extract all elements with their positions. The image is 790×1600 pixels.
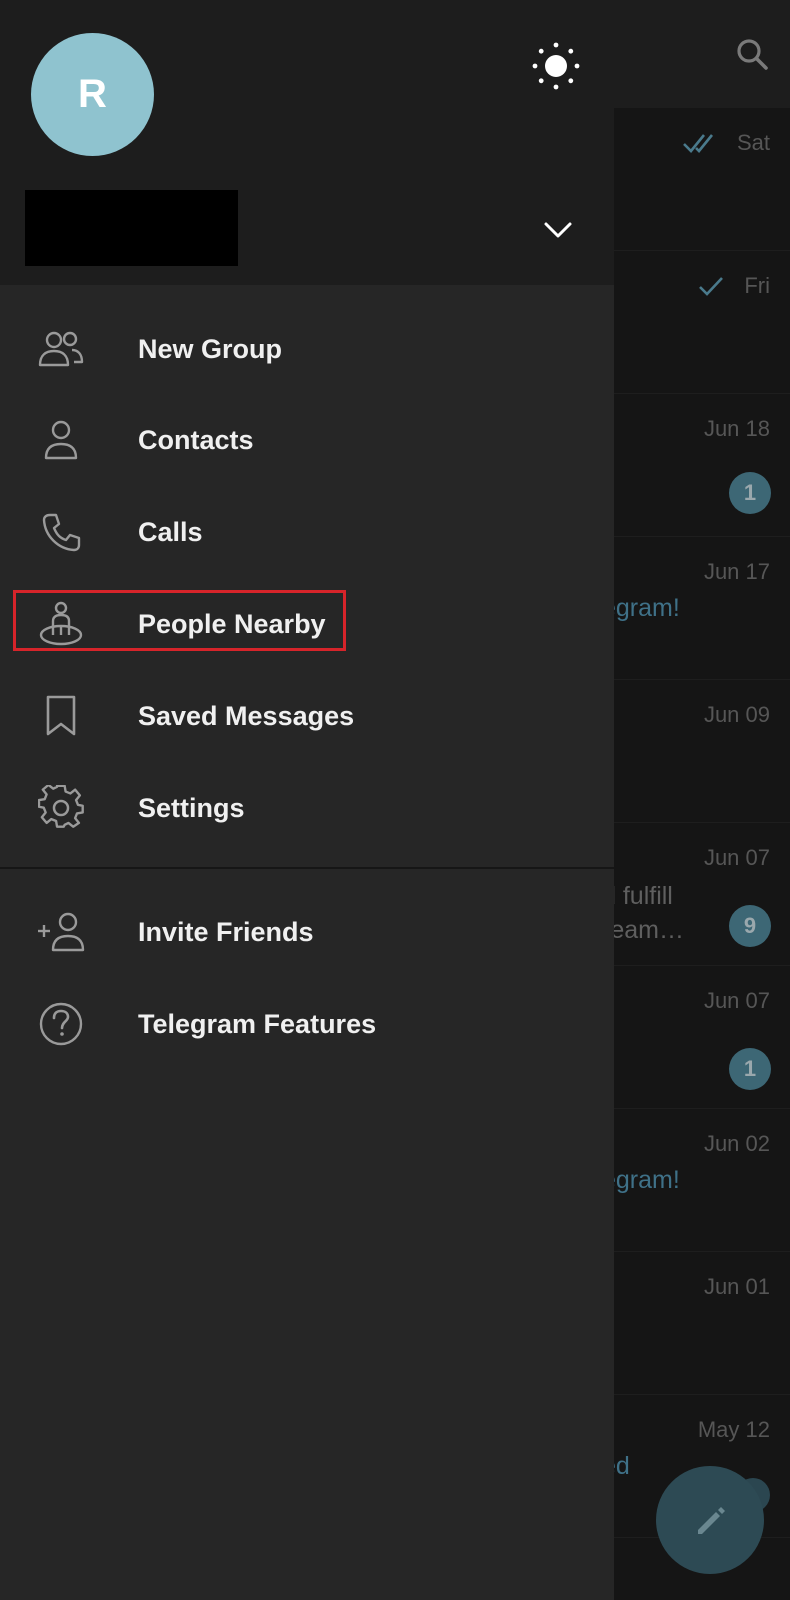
drawer-header: R <box>0 0 614 285</box>
menu-item-new-group[interactable]: New Group <box>0 303 614 395</box>
add-person-icon <box>38 912 85 952</box>
compose-button[interactable] <box>656 1466 764 1574</box>
phone-icon <box>42 513 81 552</box>
menu-divider <box>0 867 614 869</box>
bookmark-icon <box>46 695 76 736</box>
highlight-annotation <box>13 590 346 651</box>
navigation-drawer: R New Group Contacts Calls People Nearby… <box>0 0 614 1600</box>
search-button[interactable] <box>734 36 770 72</box>
avatar[interactable]: R <box>31 33 154 156</box>
unread-badge: 1 <box>729 1048 771 1090</box>
menu-item-settings[interactable]: Settings <box>0 762 614 854</box>
menu-item-telegram-features[interactable]: Telegram Features <box>0 978 614 1070</box>
chat-date: Jun 09 <box>703 702 770 727</box>
help-icon <box>39 1002 83 1046</box>
chat-date: May 12 <box>697 1417 770 1442</box>
gear-icon <box>38 785 84 828</box>
chat-preview: egram! <box>602 1166 680 1194</box>
menu-item-contacts[interactable]: Contacts <box>0 394 614 486</box>
chat-date: Jun 07 <box>703 845 770 870</box>
pencil-icon <box>698 1507 725 1534</box>
check-icon <box>699 277 723 296</box>
chat-date: Jun 18 <box>703 416 770 441</box>
chat-date: Jun 01 <box>703 1274 770 1299</box>
chat-preview: egram! <box>602 594 680 622</box>
account-name-redacted <box>25 190 238 266</box>
menu-item-calls[interactable]: Calls <box>0 486 614 578</box>
menu-item-invite-friends[interactable]: Invite Friends <box>0 886 614 978</box>
avatar-initial: R <box>78 72 107 116</box>
menu-item-label: Invite Friends <box>138 917 314 947</box>
menu-item-label: Saved Messages <box>138 701 355 731</box>
account-switch-button[interactable] <box>538 210 578 250</box>
chat-date: Fri <box>744 273 770 298</box>
search-icon <box>737 39 768 70</box>
chat-date: Jun 07 <box>703 988 770 1013</box>
sun-icon <box>532 42 580 90</box>
theme-toggle-button[interactable] <box>530 40 582 92</box>
chat-date: Jun 17 <box>703 559 770 584</box>
double-check-icon <box>683 134 714 153</box>
chat-date: Jun 02 <box>703 1131 770 1156</box>
group-icon <box>38 331 84 367</box>
chat-date: Sat <box>736 130 770 155</box>
unread-badge: 1 <box>729 472 771 514</box>
menu-item-label: New Group <box>138 334 283 364</box>
unread-badge: 9 <box>729 905 771 947</box>
menu-item-saved-messages[interactable]: Saved Messages <box>0 670 614 762</box>
menu-item-label: Telegram Features <box>138 1009 377 1039</box>
chevron-down-icon <box>544 222 572 238</box>
menu-item-label: Contacts <box>138 425 254 455</box>
person-icon <box>44 420 78 460</box>
menu-item-label: Calls <box>138 517 203 547</box>
menu-item-label: Settings <box>138 793 245 823</box>
